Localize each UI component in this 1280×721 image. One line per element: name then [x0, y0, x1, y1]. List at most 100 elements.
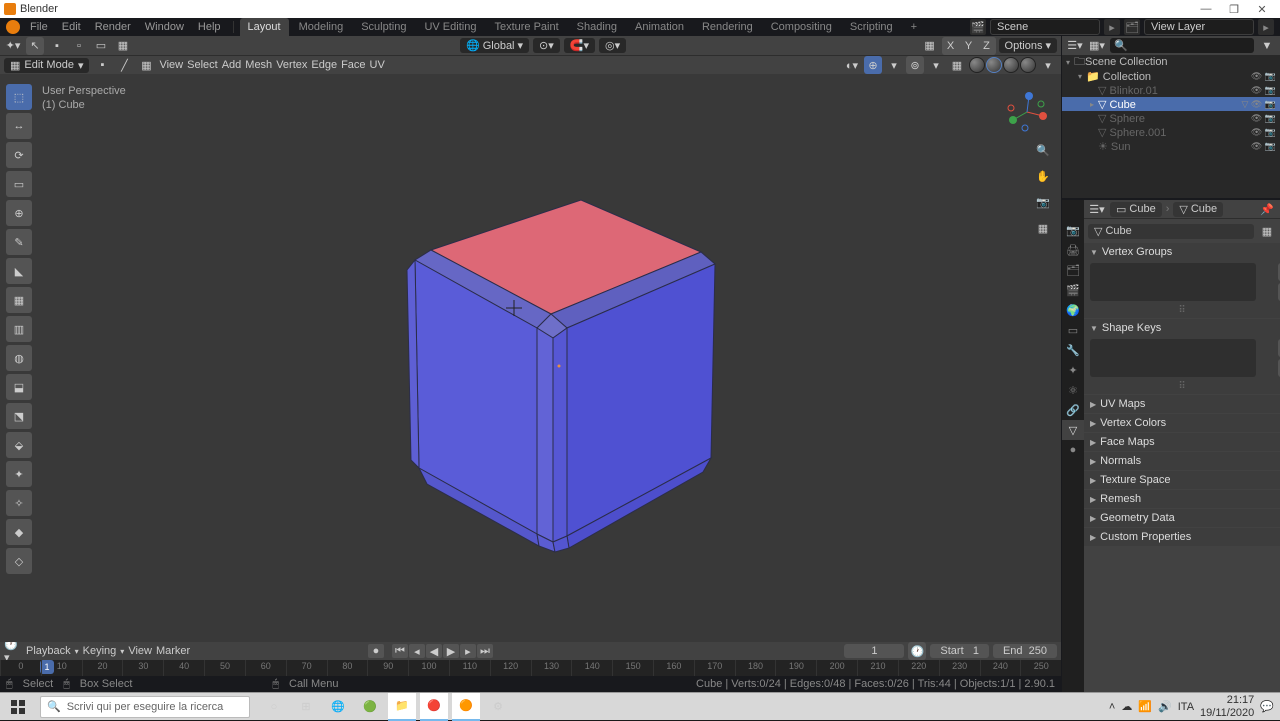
menu-help[interactable]: Help — [192, 19, 227, 35]
timeline-ruler[interactable]: 1 01020304050607080901001101201301401501… — [0, 660, 1061, 676]
cursor-tool-icon[interactable]: ↖ — [26, 37, 44, 55]
outliner-item[interactable]: ▸▽ Cube▽ 👁 📷 — [1062, 97, 1280, 111]
jump-end-icon[interactable]: ⏭ — [477, 644, 493, 658]
menu-file[interactable]: File — [24, 19, 54, 35]
3d-viewport[interactable]: User Perspective (1) Cube ⬚ ↔ ⟳ ▭ ⊕ ✎ ◣ … — [0, 74, 1061, 642]
outliner-item[interactable]: ▾📁 Collection 👁 📷 — [1062, 69, 1280, 83]
filter-icon[interactable]: ◐▾ — [843, 56, 861, 74]
outliner-search-input[interactable]: 🔍 — [1110, 38, 1254, 53]
workspace-tab-animation[interactable]: Animation — [627, 18, 692, 36]
autokey-icon[interactable]: ● — [368, 644, 384, 658]
menu-edit[interactable]: Edit — [56, 19, 87, 35]
mode-dropdown[interactable]: ▦Edit Mode▾ — [4, 58, 89, 73]
prop-tab-viewlayer-icon[interactable]: 🗂 — [1062, 260, 1084, 280]
prop-tab-physics-icon[interactable]: ⚛ — [1062, 380, 1084, 400]
scene-icon[interactable]: 🎬 — [970, 19, 986, 35]
workspace-tab-uvediting[interactable]: UV Editing — [416, 18, 484, 36]
tool-select-box[interactable]: ⬚ — [6, 84, 32, 110]
prop-tab-mesh-icon[interactable]: ▽ — [1062, 420, 1084, 440]
keyframe-next-icon[interactable]: ▸ — [460, 644, 476, 658]
tool-edge-slide[interactable]: ◇ — [6, 548, 32, 574]
axis-z-icon[interactable]: Z — [978, 37, 996, 55]
camera-view-icon[interactable]: 📷 — [1033, 192, 1053, 212]
tray-chevron-icon[interactable]: ˄ — [1109, 701, 1115, 713]
prop-tab-object-icon[interactable]: ▭ — [1062, 320, 1084, 340]
timeline-editor-icon[interactable]: 🕐▾ — [4, 642, 22, 660]
taskbar-search-input[interactable]: 🔍 Scrivi qui per eseguire la ricerca — [40, 696, 250, 718]
app-icon-1[interactable]: 🔴 — [420, 693, 448, 721]
prop-section[interactable]: ▶Face Maps — [1084, 433, 1280, 451]
select-mode-3-icon[interactable]: ▭ — [92, 37, 110, 55]
maximize-button[interactable]: ❐ — [1220, 3, 1248, 16]
overlay-toggle-icon[interactable]: ⊚ — [906, 56, 924, 74]
workspace-tab-add[interactable]: + — [903, 18, 925, 36]
tool-transform[interactable]: ✎ — [6, 229, 32, 255]
timeline-menu-marker[interactable]: Marker — [156, 645, 190, 657]
pan-icon[interactable]: ✋ — [1033, 166, 1053, 186]
prop-datablock-browse-icon[interactable]: ▦ — [1258, 222, 1276, 240]
tray-language-icon[interactable]: ITA — [1178, 701, 1194, 713]
cortana-icon[interactable]: ○ — [260, 693, 288, 721]
prop-section[interactable]: ▶UV Maps — [1084, 395, 1280, 413]
prop-tab-modifier-icon[interactable]: 🔧 — [1062, 340, 1084, 360]
preview-range-icon[interactable]: 🕐 — [908, 642, 926, 660]
shading-material-icon[interactable] — [1003, 57, 1019, 73]
orientation-dropdown[interactable]: 🌐Global▾ — [460, 38, 529, 53]
system-tray[interactable]: ˄ ☁ 📶 🔊 ITA 21:17 19/11/2020 💬 — [1109, 694, 1280, 718]
tool-scale[interactable]: ⊕ — [6, 200, 32, 226]
tool-extrude[interactable]: ▥ — [6, 316, 32, 342]
viewlayer-icon[interactable]: 🗂 — [1124, 19, 1140, 35]
edge-select-icon[interactable]: ╱ — [115, 56, 133, 74]
end-frame-input[interactable]: End 250 — [993, 644, 1057, 658]
prop-tab-render-icon[interactable]: 📷 — [1062, 220, 1084, 240]
axis-gizmo[interactable] — [1005, 90, 1049, 134]
vp-menu-uv[interactable]: UV — [370, 59, 385, 71]
vp-menu-vertex[interactable]: Vertex — [276, 59, 307, 71]
prop-tab-output-icon[interactable]: 🖨 — [1062, 240, 1084, 260]
axis-x-icon[interactable]: X — [942, 37, 960, 55]
tool-move[interactable]: ⟳ — [6, 142, 32, 168]
tool-spin[interactable]: ✧ — [6, 490, 32, 516]
play-reverse-icon[interactable]: ◀ — [426, 644, 442, 658]
explorer-icon[interactable]: 📁 — [388, 693, 416, 721]
workspace-tab-shading[interactable]: Shading — [569, 18, 625, 36]
tool-annotate[interactable]: ◣ — [6, 258, 32, 284]
workspace-tab-modeling[interactable]: Modeling — [291, 18, 352, 36]
app-icon-2[interactable]: ⚙ — [484, 693, 512, 721]
workspace-tab-sculpting[interactable]: Sculpting — [353, 18, 414, 36]
proportional-dropdown[interactable]: ◎▾ — [599, 38, 626, 53]
select-mode-2-icon[interactable]: ▫ — [70, 37, 88, 55]
vp-menu-view[interactable]: View — [159, 59, 183, 71]
outliner-item[interactable]: ▽ Sphere 👁 📷 — [1062, 111, 1280, 125]
prop-section[interactable]: ▼Shape Keys+−⠿ — [1084, 319, 1280, 394]
cube-mesh[interactable] — [311, 138, 751, 578]
prop-section[interactable]: ▶Texture Space — [1084, 471, 1280, 489]
blender-logo-icon[interactable] — [6, 20, 20, 34]
workspace-tab-compositing[interactable]: Compositing — [763, 18, 840, 36]
outliner-editor-icon[interactable]: ☰▾ — [1066, 37, 1084, 55]
tool-knife[interactable]: ⬙ — [6, 432, 32, 458]
edge-icon[interactable]: 🟢 — [356, 693, 384, 721]
scene-name-input[interactable]: Scene — [990, 19, 1100, 35]
prop-datablock-input[interactable]: ▽ Cube — [1088, 224, 1254, 239]
pivot-dropdown[interactable]: ⊙▾ — [533, 38, 560, 53]
vertex-select-icon[interactable]: ▪ — [93, 56, 111, 74]
tool-polybuild[interactable]: ✦ — [6, 461, 32, 487]
outliner-item[interactable]: ▽ Sphere.001 👁 📷 — [1062, 125, 1280, 139]
menu-window[interactable]: Window — [139, 19, 190, 35]
jump-start-icon[interactable]: ⏮ — [392, 644, 408, 658]
mesh-edit-mode-icon[interactable]: ▦ — [921, 37, 939, 55]
tool-cursor[interactable]: ↔ — [6, 113, 32, 139]
tray-volume-icon[interactable]: 🔊 — [1158, 700, 1172, 713]
workspace-tab-rendering[interactable]: Rendering — [694, 18, 761, 36]
start-button[interactable] — [0, 693, 36, 721]
outliner-display-icon[interactable]: ▦▾ — [1088, 37, 1106, 55]
prop-tab-material-icon[interactable]: ● — [1062, 440, 1084, 460]
outliner-item[interactable]: ☀ Sun 👁 📷 — [1062, 139, 1280, 153]
task-view-icon[interactable]: ⊞ — [292, 693, 320, 721]
tool-measure[interactable]: ▦ — [6, 287, 32, 313]
play-icon[interactable]: ▶ — [443, 644, 459, 658]
outliner-item[interactable]: ▽ Blinkor.01 👁 📷 — [1062, 83, 1280, 97]
shading-wireframe-icon[interactable] — [969, 57, 985, 73]
editor-type-icon[interactable]: ✦▾ — [4, 37, 22, 55]
